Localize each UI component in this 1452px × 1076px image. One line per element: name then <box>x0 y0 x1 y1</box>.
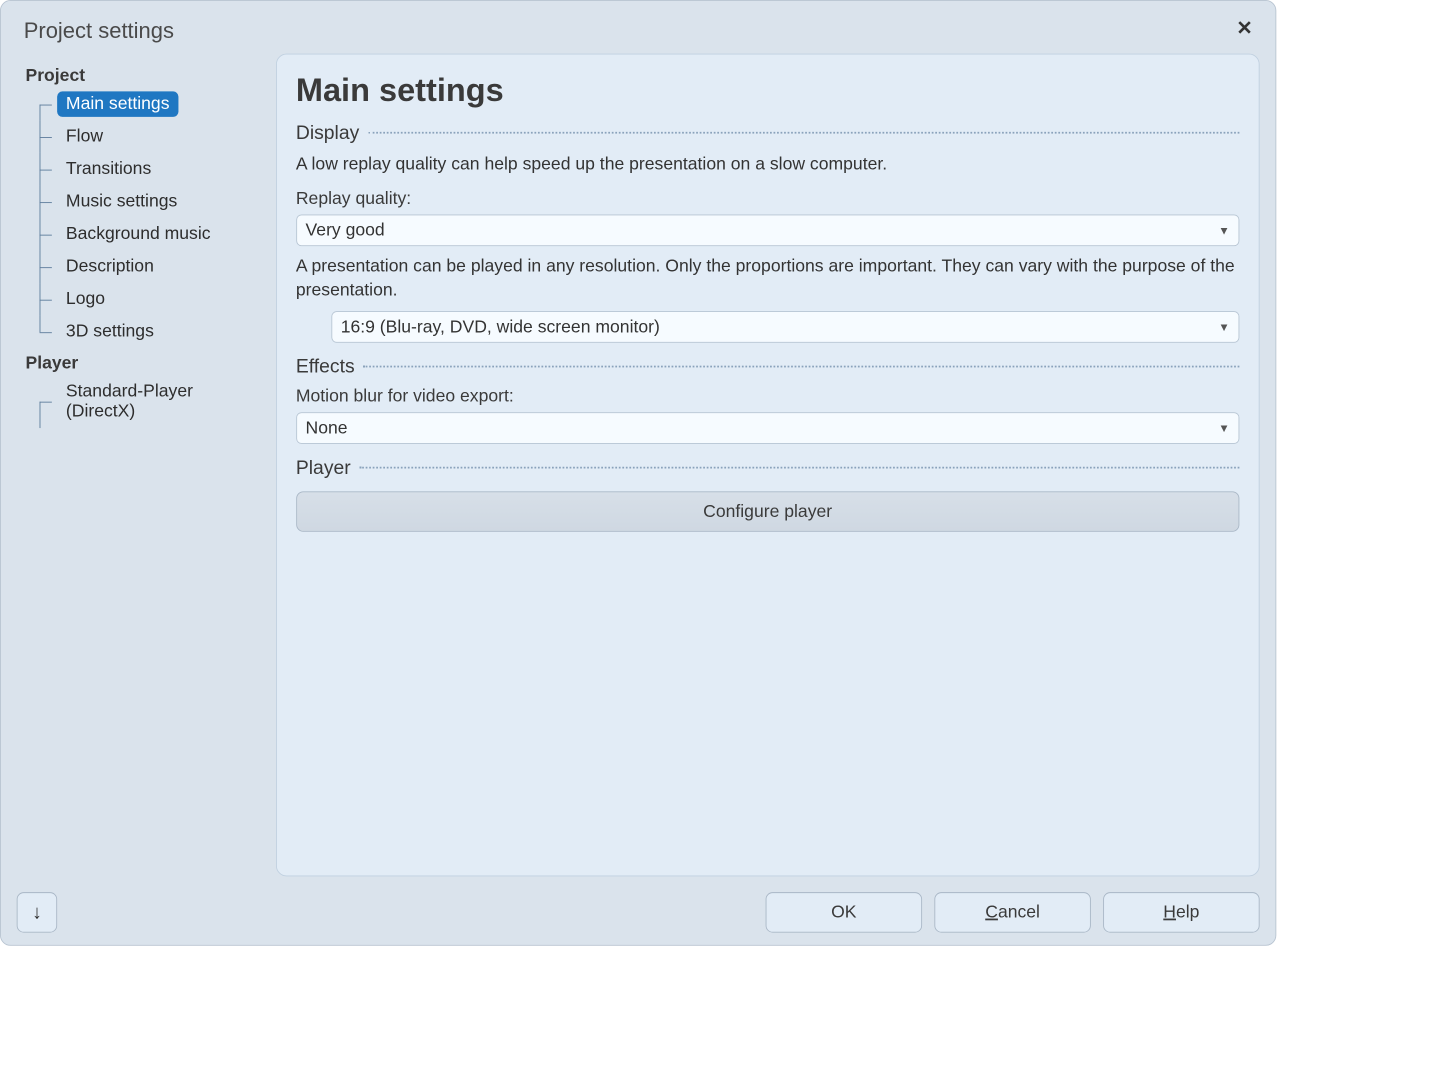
dialog-body: Project Main settings Flow Transitions M… <box>17 54 1260 877</box>
section-display-title: Display <box>296 121 359 144</box>
panel-heading: Main settings <box>296 72 1240 109</box>
close-icon[interactable]: ✕ <box>1229 13 1259 43</box>
window-title: Project settings <box>17 13 174 44</box>
ok-button[interactable]: OK <box>766 892 922 932</box>
replay-quality-value: Very good <box>306 220 385 240</box>
settings-panel: Main settings Display A low replay quali… <box>276 54 1260 877</box>
sidebar-tree-project: Main settings Flow Transitions Music set… <box>40 88 266 348</box>
sidebar-item-description[interactable]: Description <box>40 251 266 284</box>
project-settings-window: Project settings ✕ Project Main settings… <box>0 0 1276 946</box>
chevron-down-icon: ▼ <box>1218 421 1229 434</box>
settings-sidebar: Project Main settings Flow Transitions M… <box>17 54 267 877</box>
replay-quality-select[interactable]: Very good ▼ <box>296 214 1240 246</box>
replay-quality-label: Replay quality: <box>296 189 1240 209</box>
sidebar-tree-player: Standard-Player (DirectX) <box>40 375 266 428</box>
chevron-down-icon: ▼ <box>1218 320 1229 333</box>
chevron-down-icon: ▼ <box>1218 224 1229 237</box>
display-hint-2: A presentation can be played in any reso… <box>296 255 1240 302</box>
sidebar-item-standard-player[interactable]: Standard-Player (DirectX) <box>40 375 266 428</box>
configure-player-button[interactable]: Configure player <box>296 491 1240 531</box>
section-player: Player <box>296 456 1240 479</box>
section-display: Display <box>296 121 1240 144</box>
sidebar-group-project: Project <box>25 66 265 86</box>
help-button[interactable]: Help <box>1103 892 1259 932</box>
sidebar-item-flow[interactable]: Flow <box>40 120 266 153</box>
motion-blur-value: None <box>306 418 348 438</box>
sidebar-item-logo[interactable]: Logo <box>40 283 266 316</box>
sidebar-group-player: Player <box>25 353 265 373</box>
sidebar-item-background-music[interactable]: Background music <box>40 218 266 251</box>
sidebar-item-main-settings[interactable]: Main settings <box>40 88 266 121</box>
sidebar-item-3d-settings[interactable]: 3D settings <box>40 316 266 349</box>
section-effects: Effects <box>296 355 1240 378</box>
cancel-button[interactable]: Cancel <box>934 892 1090 932</box>
sidebar-item-transitions[interactable]: Transitions <box>40 153 266 186</box>
section-player-title: Player <box>296 456 351 479</box>
aspect-ratio-select[interactable]: 16:9 (Blu-ray, DVD, wide screen monitor)… <box>331 311 1239 343</box>
section-effects-title: Effects <box>296 355 355 378</box>
titlebar: Project settings ✕ <box>17 13 1260 53</box>
divider-dots <box>359 467 1239 469</box>
import-export-button[interactable]: ↓ <box>17 892 57 932</box>
sidebar-item-music-settings[interactable]: Music settings <box>40 185 266 218</box>
dialog-footer: ↓ OK Cancel Help <box>17 876 1260 932</box>
divider-dots <box>363 366 1239 368</box>
divider-dots <box>368 132 1239 134</box>
aspect-ratio-value: 16:9 (Blu-ray, DVD, wide screen monitor) <box>341 317 660 337</box>
motion-blur-select[interactable]: None ▼ <box>296 412 1240 444</box>
motion-blur-label: Motion blur for video export: <box>296 387 1240 407</box>
arrow-down-icon: ↓ <box>32 901 42 924</box>
display-hint-1: A low replay quality can help speed up t… <box>296 153 1240 177</box>
